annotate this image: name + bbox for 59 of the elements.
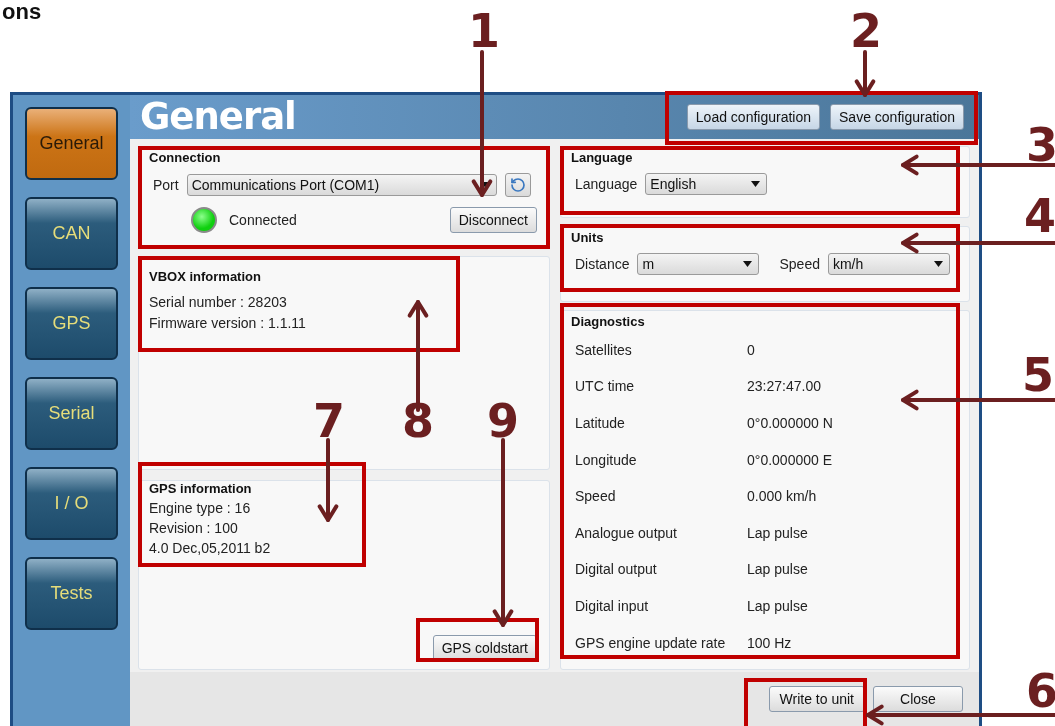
diagnostic-value: 23:27:47.00	[747, 378, 822, 395]
nav-button[interactable]: General	[25, 107, 118, 180]
unit-dropdown[interactable]: km/h	[827, 252, 950, 275]
info-line: Revision : 100	[149, 518, 239, 538]
callout-number: 7	[313, 398, 345, 444]
close-button[interactable]: Close	[873, 685, 963, 712]
unit-dropdown[interactable]: m	[637, 252, 760, 275]
group-title: Language	[571, 149, 634, 165]
diagnostic-value: 0°0.000000 E	[747, 451, 833, 468]
nav-button[interactable]: GPS	[25, 287, 118, 360]
info-line: Firmware version : 1.1.11	[149, 313, 307, 333]
diagnostic-label: Digital input	[575, 597, 650, 614]
nav-button[interactable]: Tests	[25, 557, 118, 630]
info-line: 4.0 Dec,05,2011 b2	[149, 538, 272, 558]
callout-number: 8	[402, 398, 434, 444]
diagnostic-value: 100 Hz	[747, 634, 793, 651]
save-configuration-button[interactable]: Save configuration	[830, 103, 964, 130]
diagnostic-label: Satellites	[575, 341, 633, 358]
nav-button[interactable]: Serial	[25, 377, 118, 450]
nav-button[interactable]: CAN	[25, 197, 118, 270]
heading-text: ons	[2, 0, 43, 24]
callout-number: 9	[487, 398, 519, 444]
nav-button[interactable]: I / O	[25, 467, 118, 540]
group-title: Connection	[149, 149, 222, 165]
diagnostic-value: 0	[747, 341, 756, 358]
diagnostic-label: UTC time	[575, 378, 636, 395]
group-title: Diagnostics	[571, 313, 646, 329]
page-title: General	[140, 95, 296, 139]
unit-label: Speed	[779, 255, 820, 272]
diagnostic-value: 0.000 km/h	[747, 488, 818, 505]
diagnostic-label: Latitude	[575, 415, 626, 431]
callout-number: 5	[1022, 352, 1054, 398]
port-label: Port	[153, 176, 179, 193]
diagnostic-label: Digital output	[575, 561, 658, 578]
load-configuration-button[interactable]: Load configuration	[686, 103, 821, 130]
group-title: VBOX information	[149, 268, 262, 284]
diagnostic-value: Lap pulse	[747, 597, 809, 614]
language-dropdown[interactable]: English	[645, 172, 768, 195]
disconnect-button[interactable]: Disconnect	[449, 206, 537, 233]
gps-coldstart-button[interactable]: GPS coldstart	[432, 634, 537, 661]
diagnostic-value: 0°0.000000 N	[747, 415, 834, 431]
group-title: GPS information	[149, 480, 253, 496]
diagnostic-label: Longitude	[575, 451, 638, 468]
diagnostic-value: Lap pulse	[747, 561, 809, 578]
diagnostic-label: Analogue output	[575, 524, 678, 541]
status-label: Connected	[229, 211, 297, 228]
callout-number: 4	[1024, 193, 1055, 239]
language-label: Language	[575, 175, 638, 192]
diagnostic-label: Speed	[575, 488, 617, 505]
diagnostic-label: GPS engine update rate	[575, 634, 727, 651]
group-title: Units	[571, 229, 605, 245]
info-line: Serial number : 28203	[149, 292, 288, 312]
info-line: Engine type : 16	[149, 498, 252, 518]
callout-number: 1	[468, 8, 500, 54]
write-to-unit-button[interactable]: Write to unit	[768, 685, 865, 712]
unit-label: Distance	[575, 255, 630, 272]
diagnostic-value: Lap pulse	[747, 524, 809, 541]
callout-number: 3	[1026, 122, 1055, 168]
callout-number: 2	[850, 8, 882, 54]
